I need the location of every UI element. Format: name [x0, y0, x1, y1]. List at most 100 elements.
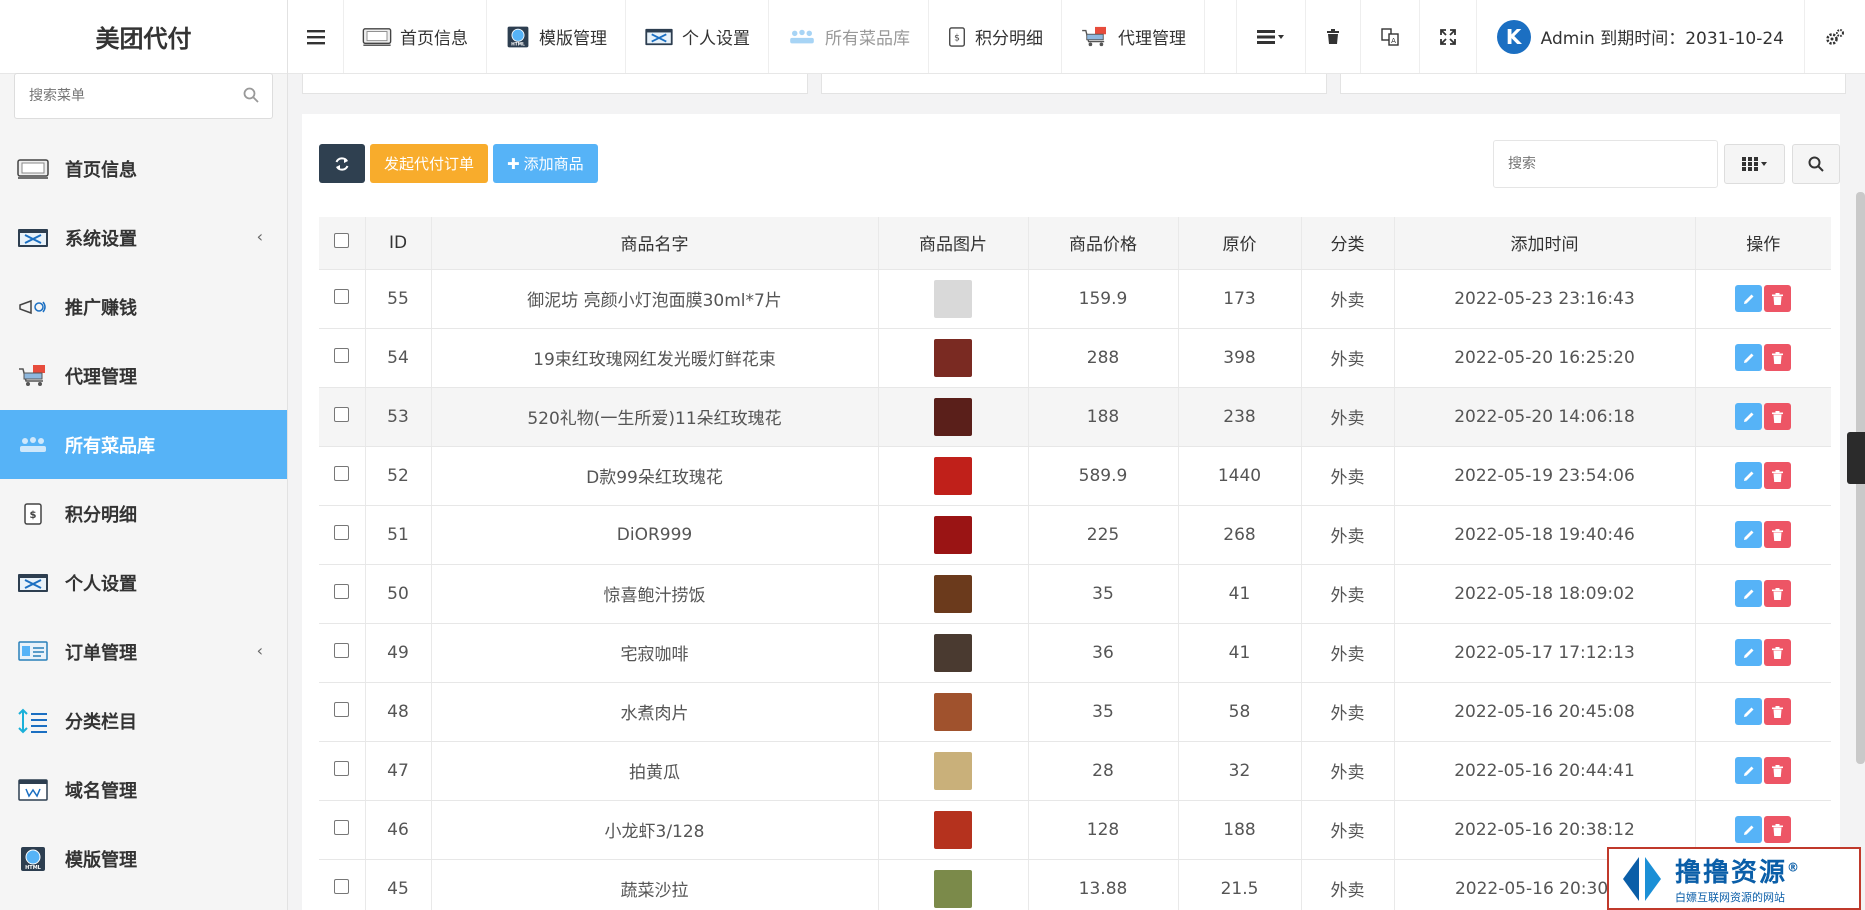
sidebar-item-system-settings[interactable]: 系统设置 ‹ — [0, 203, 287, 272]
table-search-button[interactable] — [1792, 144, 1840, 184]
add-product-button[interactable]: ✚ 添加商品 — [493, 144, 598, 183]
table-row[interactable]: 46 小龙虾3/128 128 188 外卖 2022-05-16 20:38:12 — [319, 800, 1831, 860]
delete-button[interactable] — [1764, 462, 1792, 489]
edit-button[interactable] — [1735, 462, 1763, 489]
product-thumbnail[interactable] — [934, 692, 972, 731]
edit-button[interactable] — [1735, 285, 1763, 312]
edit-button[interactable] — [1735, 698, 1763, 725]
table-row[interactable]: 47 拍黄瓜 28 32 外卖 2022-05-16 20:44:41 — [319, 741, 1831, 801]
row-select-cell — [319, 741, 366, 801]
user-profile[interactable]: K Admin 到期时间：2031-10-24 — [1475, 0, 1804, 73]
row-checkbox[interactable] — [334, 288, 350, 304]
sidebar-item-home[interactable]: 首页信息 — [0, 134, 287, 203]
select-all-checkbox[interactable] — [334, 232, 350, 248]
row-checkbox[interactable] — [334, 701, 350, 717]
column-header-category[interactable]: 分类 — [1301, 217, 1395, 270]
sidebar-item-personal-settings[interactable]: 个人设置 — [0, 548, 287, 617]
delete-button[interactable] — [1764, 344, 1792, 371]
delete-button[interactable] — [1764, 816, 1792, 843]
tab-all-dishes[interactable]: 所有菜品库 — [769, 0, 929, 73]
tab-list-dropdown[interactable] — [1235, 0, 1305, 73]
edit-button[interactable] — [1735, 521, 1763, 548]
table-row[interactable]: 45 蔬菜沙拉 13.88 21.5 外卖 2022-05-16 20:30:xx — [319, 859, 1831, 910]
product-thumbnail[interactable] — [934, 810, 972, 849]
row-checkbox[interactable] — [334, 583, 350, 599]
table-row[interactable]: 48 水煮肉片 35 58 外卖 2022-05-16 20:45:08 — [319, 682, 1831, 742]
delete-button[interactable] — [1764, 698, 1792, 725]
product-thumbnail[interactable] — [934, 515, 972, 554]
table-header-row: ID 商品名字 商品图片 商品价格 原价 分类 添加时间 操作 — [319, 217, 1831, 270]
row-checkbox[interactable] — [334, 524, 350, 540]
tab-personal-settings[interactable]: 个人设置 — [626, 0, 769, 73]
product-thumbnail[interactable] — [934, 751, 972, 790]
column-header-name[interactable]: 商品名字 — [431, 217, 879, 270]
row-checkbox[interactable] — [334, 642, 350, 658]
column-header-image[interactable]: 商品图片 — [878, 217, 1029, 270]
delete-button[interactable] — [1764, 757, 1792, 784]
tab-agent-management[interactable]: 代理管理 — [1062, 0, 1205, 73]
product-thumbnail[interactable] — [934, 279, 972, 318]
launch-payment-order-button[interactable]: 发起代付订单 — [370, 144, 489, 183]
row-checkbox[interactable] — [334, 465, 350, 481]
dashboard-icon — [16, 639, 50, 665]
edit-button[interactable] — [1735, 816, 1763, 843]
delete-button[interactable] — [1764, 285, 1792, 312]
column-header-actions: 操作 — [1695, 217, 1831, 270]
delete-button[interactable] — [1764, 403, 1792, 430]
table-row[interactable]: 54 19束红玫瑰网红发光暖灯鲜花束 288 398 外卖 2022-05-20 16:2… — [319, 328, 1831, 388]
edit-button[interactable] — [1735, 580, 1763, 607]
refresh-button[interactable] — [319, 144, 365, 183]
sidebar-item-all-dishes[interactable]: 所有菜品库 — [0, 410, 287, 479]
sidebar-item-category-columns[interactable]: 分类栏目 — [0, 686, 287, 755]
columns-toggle-button[interactable] — [1724, 144, 1785, 184]
brand-logo: 美团代付 — [0, 0, 287, 74]
product-thumbnail[interactable] — [934, 338, 972, 377]
row-checkbox[interactable] — [334, 760, 350, 776]
row-checkbox[interactable] — [334, 347, 350, 363]
table-row[interactable]: 49 宅寂咖啡 36 41 外卖 2022-05-17 17:12:13 — [319, 623, 1831, 683]
cell-image — [878, 623, 1029, 683]
product-thumbnail[interactable] — [934, 456, 972, 495]
sidebar-item-order-management[interactable]: 订单管理 ‹ — [0, 617, 287, 686]
tab-home[interactable]: 首页信息 — [344, 0, 487, 73]
tab-points-detail[interactable]: $ 积分明细 — [929, 0, 1062, 73]
tab-template-management[interactable]: HTML 模版管理 — [487, 0, 626, 73]
sidebar-item-agent-management[interactable]: 代理管理 — [0, 341, 287, 410]
menu-toggle-button[interactable] — [288, 0, 344, 73]
table-search-input[interactable] — [1493, 140, 1718, 188]
table-row[interactable]: 50 惊喜鲍汁捞饭 35 41 外卖 2022-05-18 18:09:02 — [319, 564, 1831, 624]
column-header-price[interactable]: 商品价格 — [1028, 217, 1179, 270]
settings-button[interactable] — [1804, 0, 1865, 73]
table-row[interactable]: 55 御泥坊 亮颜小灯泡面膜30ml*7片 159.9 173 外卖 2022-05-23… — [319, 269, 1831, 329]
sidebar-search-input[interactable] — [14, 73, 273, 119]
sidebar-item-points-detail[interactable]: $ 积分明细 — [0, 479, 287, 548]
product-thumbnail[interactable] — [934, 633, 972, 672]
translate-button[interactable]: A — [1359, 0, 1419, 73]
edit-button[interactable] — [1735, 639, 1763, 666]
column-header-id[interactable]: ID — [365, 217, 432, 270]
delete-button[interactable] — [1764, 639, 1792, 666]
row-checkbox[interactable] — [334, 878, 350, 894]
product-thumbnail[interactable] — [934, 574, 972, 613]
edit-button[interactable] — [1735, 403, 1763, 430]
product-thumbnail[interactable] — [934, 869, 972, 908]
delete-button[interactable] — [1764, 521, 1792, 548]
sidebar-item-promotion[interactable]: 推广赚钱 — [0, 272, 287, 341]
column-header-original-price[interactable]: 原价 — [1178, 217, 1302, 270]
side-drawer-handle[interactable] — [1847, 432, 1865, 484]
clear-cache-button[interactable] — [1304, 0, 1360, 73]
row-checkbox[interactable] — [334, 406, 350, 422]
fullscreen-button[interactable] — [1418, 0, 1476, 73]
sidebar-item-domain-management[interactable]: 域名管理 — [0, 755, 287, 824]
table-row[interactable]: 51 DiOR999 225 268 外卖 2022-05-18 19:40:46 — [319, 505, 1831, 565]
edit-button[interactable] — [1735, 757, 1763, 784]
table-row[interactable]: 53 520礼物(一生所爱)11朵红玫瑰花 188 238 外卖 2022-05-20 1… — [319, 387, 1831, 447]
search-icon[interactable] — [243, 87, 259, 107]
edit-button[interactable] — [1735, 344, 1763, 371]
delete-button[interactable] — [1764, 580, 1792, 607]
row-checkbox[interactable] — [334, 819, 350, 835]
column-header-added-time[interactable]: 添加时间 — [1394, 217, 1696, 270]
product-thumbnail[interactable] — [934, 397, 972, 436]
sidebar-item-template-management[interactable]: HTML 模版管理 — [0, 824, 287, 893]
table-row[interactable]: 52 D款99朵红玫瑰花 589.9 1440 外卖 2022-05-19 23:54:0… — [319, 446, 1831, 506]
